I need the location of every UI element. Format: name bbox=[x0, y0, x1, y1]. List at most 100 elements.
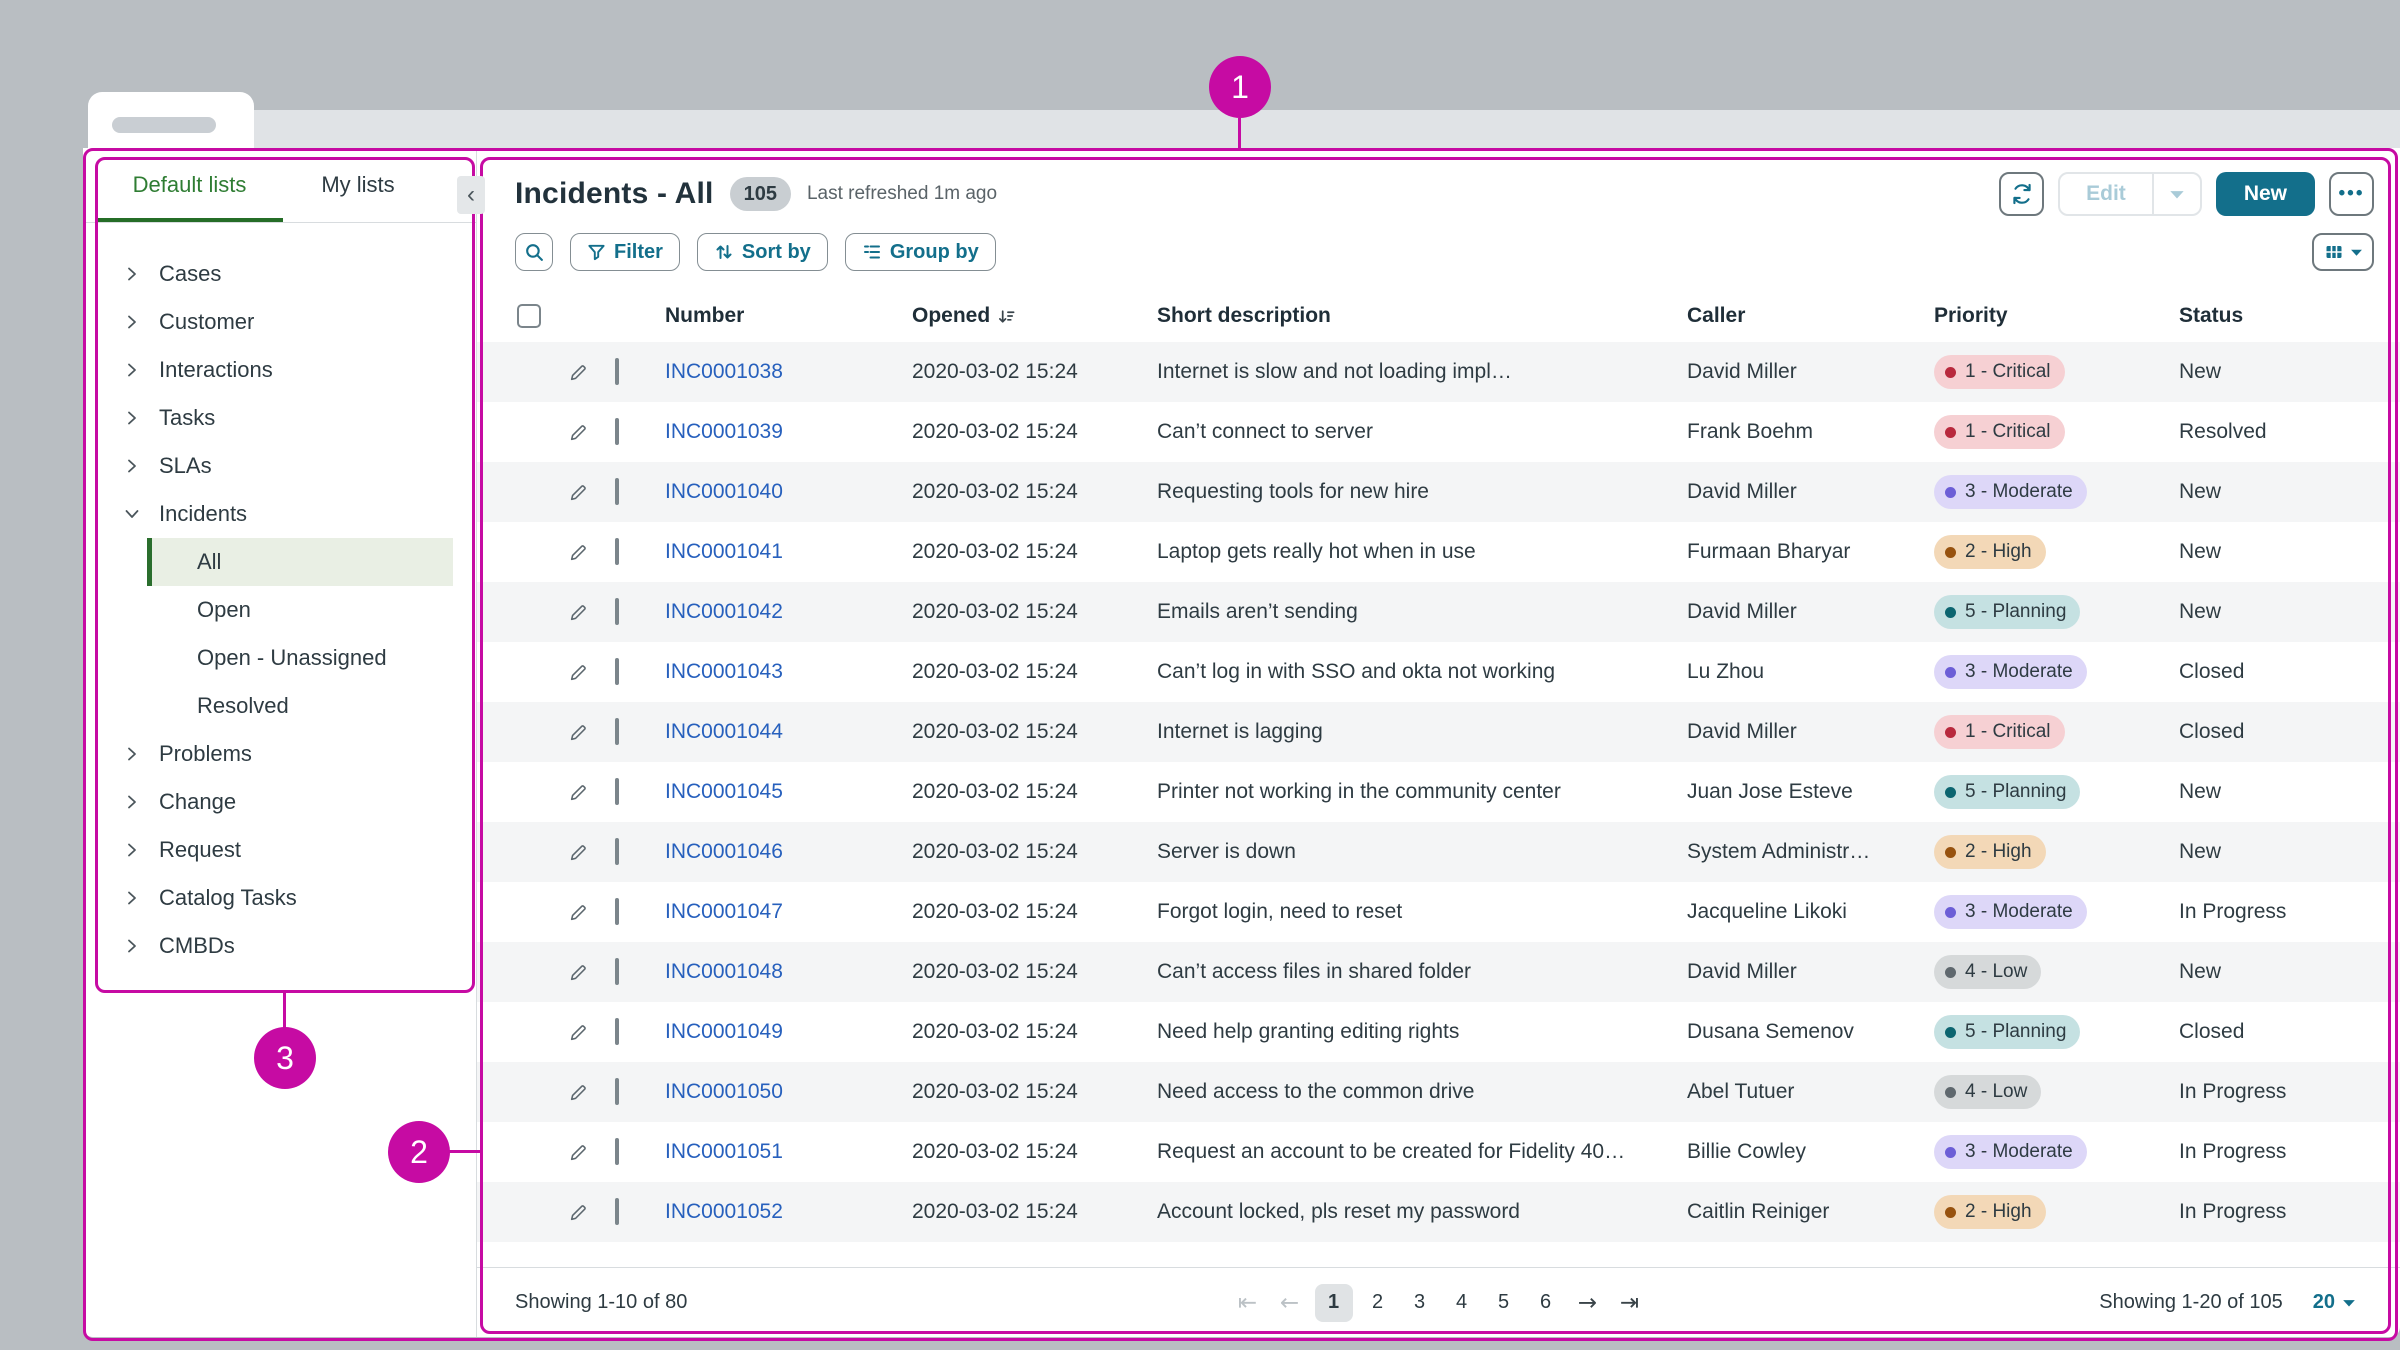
sidebar-group-item[interactable]: SLAs bbox=[83, 442, 476, 490]
row-checkbox[interactable] bbox=[615, 598, 619, 625]
edit-pencil-icon[interactable] bbox=[568, 662, 589, 683]
edit-pencil-icon[interactable] bbox=[568, 482, 589, 503]
sidebar-list-item[interactable]: Open - Unassigned bbox=[83, 634, 476, 682]
table-row[interactable]: INC0001042 2020-03-02 15:24 Emails aren’… bbox=[477, 582, 2400, 642]
table-row[interactable]: INC0001044 2020-03-02 15:24 Internet is … bbox=[477, 702, 2400, 762]
column-header-status[interactable]: Status bbox=[2179, 304, 2400, 328]
page-number-button[interactable]: 1 bbox=[1315, 1284, 1353, 1322]
edit-pencil-icon[interactable] bbox=[568, 1142, 589, 1163]
incident-number-link[interactable]: INC0001039 bbox=[665, 420, 912, 444]
sidebar-list-item[interactable]: Resolved bbox=[83, 682, 476, 730]
last-page-button[interactable]: ⇥ bbox=[1613, 1290, 1647, 1316]
column-header-number[interactable]: Number bbox=[665, 304, 912, 328]
table-row[interactable]: INC0001052 2020-03-02 15:24 Account lock… bbox=[477, 1182, 2400, 1242]
column-header-description[interactable]: Short description bbox=[1157, 304, 1687, 328]
sidebar-group-item[interactable]: Problems bbox=[83, 730, 476, 778]
incident-number-link[interactable]: INC0001049 bbox=[665, 1020, 912, 1044]
page-number-button[interactable]: 2 bbox=[1361, 1284, 1395, 1322]
edit-pencil-icon[interactable] bbox=[568, 362, 589, 383]
incident-number-link[interactable]: INC0001043 bbox=[665, 660, 912, 684]
row-checkbox[interactable] bbox=[615, 538, 619, 565]
sidebar-group-item[interactable]: Tasks bbox=[83, 394, 476, 442]
page-number-button[interactable]: 4 bbox=[1445, 1284, 1479, 1322]
column-header-opened[interactable]: Opened bbox=[912, 304, 1157, 328]
sidebar-group-item[interactable]: Customer bbox=[83, 298, 476, 346]
row-checkbox[interactable] bbox=[615, 778, 619, 805]
sidebar-group-item[interactable]: CMBDs bbox=[83, 922, 476, 970]
page-size-selector[interactable]: 20 bbox=[2313, 1291, 2356, 1314]
incident-number-link[interactable]: INC0001041 bbox=[665, 540, 912, 564]
edit-dropdown-button[interactable] bbox=[2154, 174, 2200, 214]
table-row[interactable]: INC0001043 2020-03-02 15:24 Can’t log in… bbox=[477, 642, 2400, 702]
row-checkbox[interactable] bbox=[615, 1198, 619, 1225]
edit-pencil-icon[interactable] bbox=[568, 722, 589, 743]
row-checkbox[interactable] bbox=[615, 478, 619, 505]
filter-button[interactable]: Filter bbox=[570, 233, 680, 271]
column-header-caller[interactable]: Caller bbox=[1687, 304, 1934, 328]
tab-default-lists[interactable]: Default lists bbox=[96, 148, 283, 222]
edit-pencil-icon[interactable] bbox=[568, 542, 589, 563]
incident-number-link[interactable]: INC0001044 bbox=[665, 720, 912, 744]
sidebar-group-item[interactable]: Change bbox=[83, 778, 476, 826]
row-checkbox[interactable] bbox=[615, 718, 619, 745]
page-number-button[interactable]: 5 bbox=[1487, 1284, 1521, 1322]
sort-by-button[interactable]: Sort by bbox=[697, 233, 828, 271]
row-checkbox[interactable] bbox=[615, 358, 619, 385]
table-row[interactable]: INC0001051 2020-03-02 15:24 Request an a… bbox=[477, 1122, 2400, 1182]
refresh-button[interactable] bbox=[1999, 172, 2044, 216]
incident-number-link[interactable]: INC0001040 bbox=[665, 480, 912, 504]
page-number-button[interactable]: 6 bbox=[1529, 1284, 1563, 1322]
row-checkbox[interactable] bbox=[615, 958, 619, 985]
column-header-priority[interactable]: Priority bbox=[1934, 304, 2179, 328]
sidebar-group-item[interactable]: Interactions bbox=[83, 346, 476, 394]
incident-number-link[interactable]: INC0001048 bbox=[665, 960, 912, 984]
browser-tab[interactable] bbox=[88, 92, 254, 148]
row-checkbox[interactable] bbox=[615, 1018, 619, 1045]
next-page-button[interactable]: → bbox=[1571, 1290, 1605, 1316]
select-all-checkbox[interactable] bbox=[517, 304, 541, 328]
first-page-button[interactable]: ⇤ bbox=[1231, 1290, 1265, 1316]
incident-number-link[interactable]: INC0001038 bbox=[665, 360, 912, 384]
edit-pencil-icon[interactable] bbox=[568, 602, 589, 623]
row-checkbox[interactable] bbox=[615, 658, 619, 685]
column-settings-button[interactable] bbox=[2312, 233, 2374, 271]
previous-page-button[interactable]: ← bbox=[1273, 1290, 1307, 1316]
sidebar-list-item[interactable]: Open bbox=[83, 586, 476, 634]
table-row[interactable]: INC0001048 2020-03-02 15:24 Can’t access… bbox=[477, 942, 2400, 1002]
page-number-button[interactable]: 3 bbox=[1403, 1284, 1437, 1322]
incident-number-link[interactable]: INC0001050 bbox=[665, 1080, 912, 1104]
tab-my-lists[interactable]: My lists bbox=[283, 148, 433, 222]
row-checkbox[interactable] bbox=[615, 1138, 619, 1165]
sidebar-group-item[interactable]: Request bbox=[83, 826, 476, 874]
row-checkbox[interactable] bbox=[615, 418, 619, 445]
more-actions-button[interactable]: ••• bbox=[2329, 172, 2374, 216]
edit-pencil-icon[interactable] bbox=[568, 1202, 589, 1223]
edit-pencil-icon[interactable] bbox=[568, 902, 589, 923]
sidebar-group-item[interactable]: Incidents bbox=[83, 490, 476, 538]
sidebar-list-item[interactable]: All bbox=[147, 538, 453, 586]
sidebar-group-item[interactable]: Catalog Tasks bbox=[83, 874, 476, 922]
table-row[interactable]: INC0001038 2020-03-02 15:24 Internet is … bbox=[477, 342, 2400, 402]
group-by-button[interactable]: Group by bbox=[845, 233, 996, 271]
edit-pencil-icon[interactable] bbox=[568, 422, 589, 443]
table-row[interactable]: INC0001049 2020-03-02 15:24 Need help gr… bbox=[477, 1002, 2400, 1062]
table-row[interactable]: INC0001040 2020-03-02 15:24 Requesting t… bbox=[477, 462, 2400, 522]
table-row[interactable]: INC0001050 2020-03-02 15:24 Need access … bbox=[477, 1062, 2400, 1122]
incident-number-link[interactable]: INC0001047 bbox=[665, 900, 912, 924]
incident-number-link[interactable]: INC0001046 bbox=[665, 840, 912, 864]
incident-number-link[interactable]: INC0001051 bbox=[665, 1140, 912, 1164]
incident-number-link[interactable]: INC0001042 bbox=[665, 600, 912, 624]
table-row[interactable]: INC0001041 2020-03-02 15:24 Laptop gets … bbox=[477, 522, 2400, 582]
table-row[interactable]: INC0001045 2020-03-02 15:24 Printer not … bbox=[477, 762, 2400, 822]
sidebar-group-item[interactable]: Cases bbox=[83, 250, 476, 298]
table-row[interactable]: INC0001047 2020-03-02 15:24 Forgot login… bbox=[477, 882, 2400, 942]
edit-pencil-icon[interactable] bbox=[568, 1082, 589, 1103]
sidebar-collapse-button[interactable]: ‹ bbox=[457, 176, 485, 214]
row-checkbox[interactable] bbox=[615, 898, 619, 925]
row-checkbox[interactable] bbox=[615, 1078, 619, 1105]
table-row[interactable]: INC0001046 2020-03-02 15:24 Server is do… bbox=[477, 822, 2400, 882]
incident-number-link[interactable]: INC0001052 bbox=[665, 1200, 912, 1224]
search-button[interactable] bbox=[515, 233, 553, 271]
edit-pencil-icon[interactable] bbox=[568, 842, 589, 863]
edit-button[interactable]: Edit bbox=[2060, 174, 2152, 214]
